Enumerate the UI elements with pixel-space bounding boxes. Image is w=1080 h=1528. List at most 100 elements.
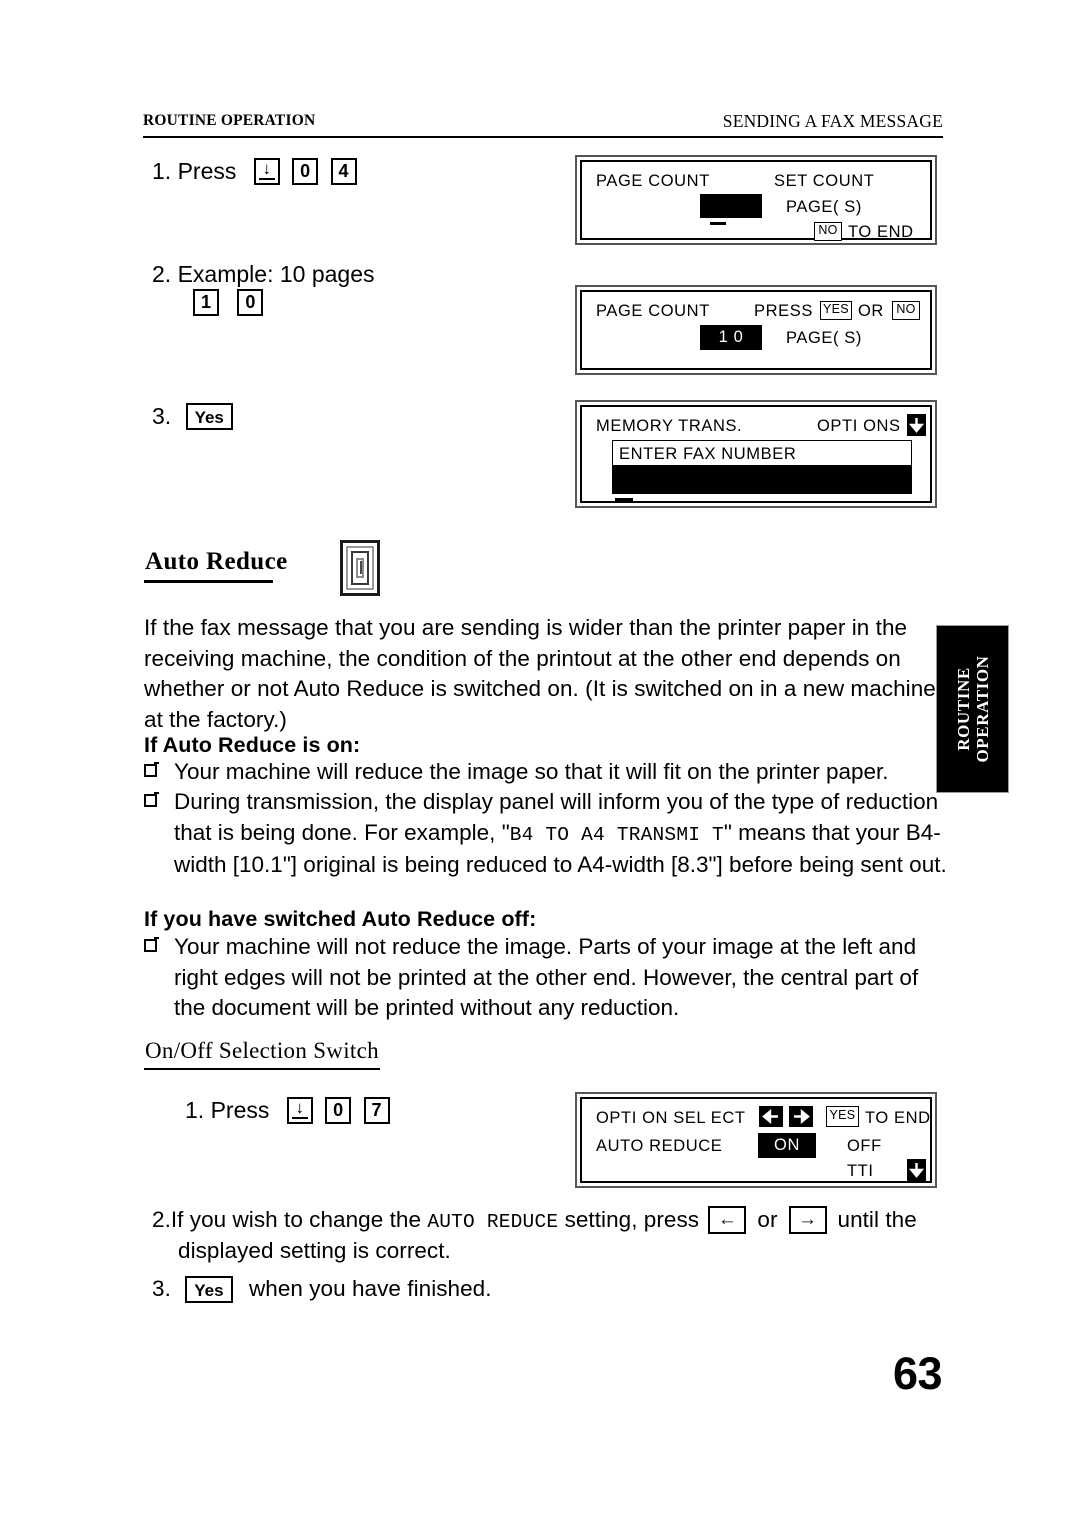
left-arrow-key[interactable]: ← [708, 1206, 747, 1235]
lcd4-to-end-label: TO END [865, 1109, 931, 1127]
lcd-screen: PAGE COUNT SET COUNT PAGE( S) NO TO END [580, 160, 932, 241]
list-item-text: During transmission, the display panel w… [174, 787, 949, 881]
lcd1-pages-label: PAGE( S) [786, 198, 863, 216]
lcd4-next-item[interactable]: TTI [847, 1162, 874, 1180]
step-3-number: 3. [152, 403, 172, 429]
lcd1-count-field[interactable] [700, 194, 762, 218]
lcd1-no-key-hint: NO [814, 222, 842, 241]
step-2-label: Example: 10 pages [177, 261, 375, 287]
step-1-press: 1. Press ↓ 0 4 [152, 157, 360, 186]
step-1-label: Press [177, 158, 237, 184]
lcd2-or-label: OR [858, 302, 884, 320]
header-right-title: SENDING A FAX MESSAGE [722, 111, 943, 131]
lcd3-title-left: MEMORY TRANS. [596, 417, 743, 435]
section-heading-auto-reduce: Auto Reduce [145, 548, 288, 575]
bullet-square-icon [144, 761, 159, 777]
down-arrow-glyph: ↓ [262, 159, 272, 179]
icon-page-area [356, 558, 364, 578]
lcd3-enter-fax-number: ENTER FAX NUMBER [619, 445, 797, 463]
key-4[interactable]: 4 [330, 158, 357, 186]
side-tab-routine-operation: ROUTINE OPERATION [936, 625, 1009, 793]
left-arrow-svg [759, 1106, 783, 1127]
onoff-step-2-or: or [757, 1207, 778, 1232]
bullet2-display-string: B4 TO A4 TRANSMI T [509, 823, 724, 846]
yes-key[interactable]: Yes [185, 1275, 233, 1303]
lcd2-count-field[interactable]: 1 0 [700, 325, 762, 350]
list-item-text: Your machine will reduce the image so th… [174, 759, 889, 784]
onoff-step-2-number: 2. [152, 1207, 171, 1232]
step-1-number: 1. [152, 158, 172, 184]
lcd4-title-left: OPTI ON SEL ECT [596, 1109, 746, 1127]
running-header: ROUTINE OPERATION SENDING A FAX MESSAGE [143, 111, 943, 138]
bullet-square-icon [144, 791, 159, 807]
right-arrow-key[interactable]: → [788, 1206, 827, 1235]
lcd4-row-label: AUTO REDUCE [596, 1137, 723, 1155]
lcd-screen: OPTI ON SEL ECT YES TO END AUTO REDUCE O… [580, 1097, 932, 1183]
lcd2-no-key-hint: NO [892, 301, 920, 320]
lcd4-left-arrow-icon[interactable] [759, 1106, 783, 1127]
key-7[interactable]: 7 [363, 1097, 390, 1125]
right-arrow-svg [789, 1106, 813, 1127]
lcd2-pages-label: PAGE( S) [786, 329, 863, 347]
side-tab-line-1: ROUTINE [953, 667, 973, 751]
bullet-square-icon [144, 936, 159, 952]
key-1[interactable]: 1 [193, 289, 219, 317]
step-2-example: 2. Example: 10 pages [152, 260, 374, 288]
yes-key[interactable]: Yes [185, 403, 233, 431]
down-arrow-key-icon[interactable]: ↓ [286, 1097, 313, 1125]
key-0[interactable]: 0 [292, 158, 319, 186]
lcd2-title-left: PAGE COUNT [596, 302, 710, 320]
onoff-step-2-post: until the [837, 1207, 917, 1232]
step-2-number: 2. [152, 261, 172, 287]
onoff-step-2: 2.If you wish to change the AUTO REDUCE … [152, 1205, 952, 1238]
onoff-step-3-number: 3. [152, 1276, 171, 1301]
key-0[interactable]: 0 [237, 289, 264, 317]
lcd4-option-off[interactable]: OFF [847, 1137, 882, 1155]
icon-frame-inner [351, 551, 369, 585]
side-tab-line-2: OPERATION [972, 655, 992, 763]
lcd2-yes-key-hint: YES [820, 301, 852, 320]
onoff-step-1-label: Press [210, 1097, 270, 1123]
onoff-step-1-press: 1. Press ↓ 0 7 [185, 1096, 393, 1125]
key-0[interactable]: 0 [325, 1097, 352, 1125]
down-arrow-bar [291, 1117, 308, 1120]
lcd4-right-arrow-icon[interactable] [789, 1106, 813, 1127]
onoff-step-2-pre: If you wish to change the [170, 1207, 428, 1232]
lcd-panel-page-count-empty: PAGE COUNT SET COUNT PAGE( S) NO TO END [575, 155, 937, 245]
down-arrow-svg [907, 1159, 926, 1181]
auto-reduce-on-heading: If Auto Reduce is on: [144, 733, 361, 757]
onoff-step-1-number: 1. [185, 1097, 205, 1123]
header-divider [143, 136, 943, 138]
onoff-step-2-mid: setting, press [558, 1207, 706, 1232]
lcd4-option-on[interactable]: ON [758, 1133, 816, 1158]
onoff-step-3-text: when you have finished. [248, 1276, 492, 1301]
lcd1-cursor [710, 222, 726, 225]
lcd-screen: PAGE COUNT PRESS YES OR NO 1 0 PAGE( S) [580, 290, 932, 370]
lcd3-scroll-down-icon[interactable] [907, 414, 926, 436]
lcd4-scroll-down-icon[interactable] [907, 1159, 926, 1181]
lcd3-cursor [615, 498, 633, 501]
lcd3-options-label: OPTI ONS [817, 417, 901, 435]
onoff-step-3: 3. Yes when you have finished. [152, 1274, 492, 1305]
auto-reduce-intro-paragraph: If the fax message that you are sending … [144, 615, 936, 732]
lcd1-title-left: PAGE COUNT [596, 172, 710, 190]
auto-reduce-switch-icon [340, 540, 380, 596]
down-arrow-key-icon[interactable]: ↓ [253, 158, 280, 186]
list-item-text: Your machine will not reduce the image. … [174, 934, 919, 1020]
onoff-step-2-setting-name: AUTO REDUCE [427, 1211, 559, 1233]
lcd-screen: MEMORY TRANS. OPTI ONS ENTER FAX NUMBER [580, 405, 932, 503]
icon-frame-outer [346, 546, 374, 590]
lcd1-to-end-label: TO END [848, 223, 914, 241]
auto-reduce-off-heading: If you have switched Auto Reduce off: [144, 907, 537, 931]
down-arrow-svg [907, 414, 926, 436]
heading-underline [144, 580, 273, 583]
lcd2-prompt: PRESS [754, 302, 813, 320]
down-arrow-bar [258, 178, 275, 181]
onoff-step-2-line2: displayed setting is correct. [178, 1238, 451, 1263]
lcd-panel-option-select: OPTI ON SEL ECT YES TO END AUTO REDUCE O… [575, 1092, 937, 1188]
lcd3-fax-number-label-field[interactable]: ENTER FAX NUMBER [612, 440, 912, 466]
heading-underline [144, 1068, 380, 1071]
lcd4-yes-key-hint: YES [826, 1106, 859, 1127]
header-left-title: ROUTINE OPERATION [143, 112, 316, 129]
lcd3-fax-number-entry[interactable] [612, 466, 912, 494]
